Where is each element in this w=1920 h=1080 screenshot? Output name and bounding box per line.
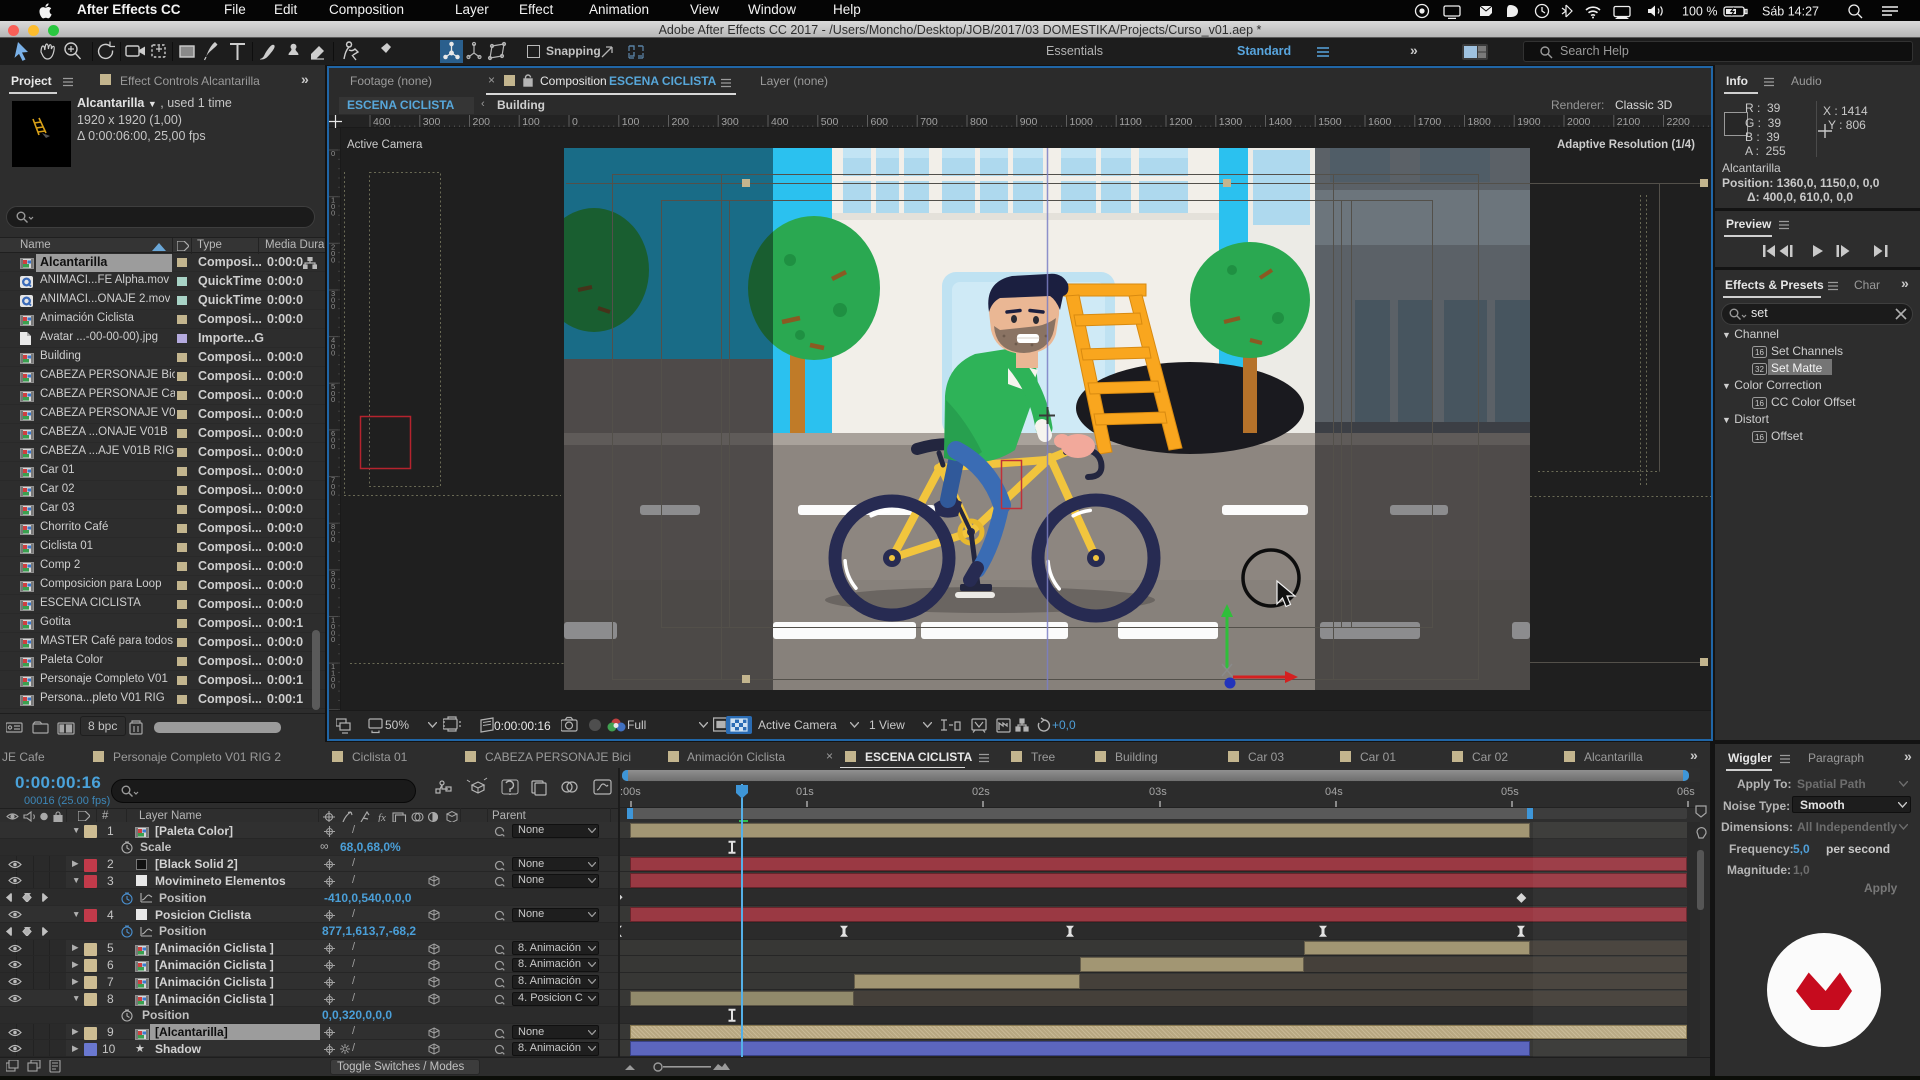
svg-text:32: 32 <box>1755 365 1764 374</box>
svg-text:Sáb 14:27: Sáb 14:27 <box>1762 5 1819 19</box>
svg-text:16: 16 <box>1755 433 1764 442</box>
svg-text:900: 900 <box>1020 116 1038 128</box>
svg-text:200: 200 <box>473 116 491 128</box>
svg-text:200: 200 <box>672 116 690 128</box>
svg-text:500: 500 <box>821 116 839 128</box>
svg-text:300: 300 <box>423 116 441 128</box>
svg-text:100: 100 <box>522 116 540 128</box>
svg-text:0: 0 <box>331 349 335 358</box>
svg-text:800: 800 <box>970 116 988 128</box>
svg-text:16: 16 <box>1755 348 1764 357</box>
svg-text:0: 0 <box>331 302 335 311</box>
svg-text:700: 700 <box>920 116 938 128</box>
svg-text:1100: 1100 <box>1119 116 1142 128</box>
svg-text:0: 0 <box>331 442 335 451</box>
svg-text:0: 0 <box>331 209 335 218</box>
svg-text:100: 100 <box>622 116 640 128</box>
svg-text:0: 0 <box>331 535 335 544</box>
svg-text:400: 400 <box>771 116 789 128</box>
svg-text:100 %: 100 % <box>1682 5 1717 19</box>
svg-text:400: 400 <box>373 116 391 128</box>
svg-text:300: 300 <box>721 116 739 128</box>
svg-text:0: 0 <box>331 489 335 498</box>
svg-text:16: 16 <box>1755 399 1764 408</box>
svg-text:0: 0 <box>331 255 335 264</box>
svg-text:0: 0 <box>331 149 335 158</box>
svg-text:0: 0 <box>331 635 335 644</box>
svg-text:0: 0 <box>331 582 335 591</box>
svg-text:600: 600 <box>871 116 889 128</box>
svg-text:0: 0 <box>331 682 335 691</box>
svg-text:0: 0 <box>331 395 335 404</box>
svg-text:0: 0 <box>572 116 578 128</box>
